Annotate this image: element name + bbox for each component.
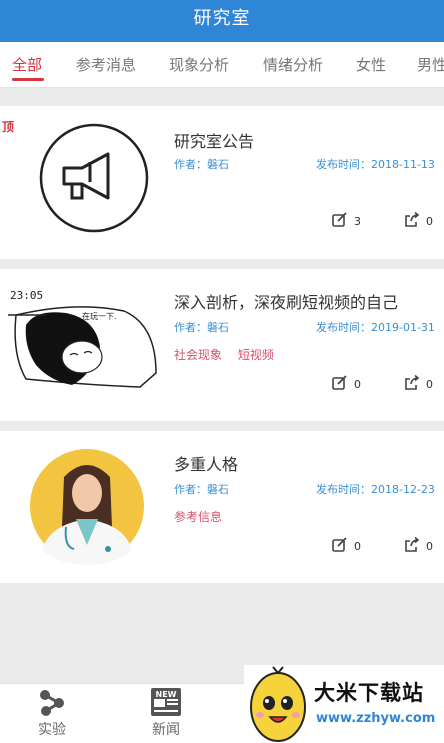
edit-count-value: 0: [354, 540, 361, 553]
article-title: 研究室公告: [174, 132, 255, 151]
article-date: 发布时间：2018-11-13: [316, 158, 435, 171]
article-title: 深入剖析，深夜刷短视频的自己: [174, 293, 399, 312]
tab-female[interactable]: 女性: [356, 54, 386, 75]
share-icon: [405, 537, 420, 552]
tag[interactable]: 社会现象: [174, 348, 222, 362]
edit-count-value: 3: [354, 215, 361, 228]
nav-news-label: 新闻: [152, 722, 180, 738]
watermark-logo: 大米下载站 www.zzhyw.com: [244, 665, 444, 743]
share-count-value: 0: [426, 215, 433, 228]
tab-male[interactable]: 男性: [417, 54, 444, 75]
share-count[interactable]: 0: [404, 212, 433, 228]
page-title: 研究室: [193, 8, 251, 29]
share-count-value: 0: [426, 378, 433, 391]
tab-all[interactable]: 全部: [12, 54, 42, 75]
share-count[interactable]: 0: [404, 537, 433, 553]
watermark-title: 大米下载站: [314, 681, 424, 705]
share-icon: [405, 212, 420, 227]
news-icon: NEW: [151, 688, 181, 716]
tab-phenomenon-analysis[interactable]: 现象分析: [169, 54, 229, 75]
megaphone-icon: [39, 123, 149, 233]
edit-count[interactable]: 0: [332, 375, 361, 391]
active-tab-indicator: [12, 78, 44, 81]
tag[interactable]: 短视频: [238, 348, 274, 362]
tag[interactable]: 参考信息: [174, 510, 222, 524]
nav-experiment-label: 实验: [38, 722, 66, 738]
edit-count-value: 0: [354, 378, 361, 391]
share-icon: [405, 375, 420, 390]
article-author: 作者：磐石: [174, 321, 229, 334]
article-date: 发布时间：2018-12-23: [316, 483, 435, 496]
article-author: 作者：磐石: [174, 483, 229, 496]
tab-emotion-analysis[interactable]: 情绪分析: [263, 54, 323, 75]
article-title: 多重人格: [174, 455, 239, 474]
tab-reference-news[interactable]: 参考消息: [76, 54, 136, 75]
share-count-value: 0: [426, 540, 433, 553]
edit-icon: [332, 375, 347, 390]
news-icon-text: NEW: [156, 690, 177, 699]
clock-text: 23:05: [10, 289, 44, 302]
article-author: 作者：磐石: [174, 158, 229, 171]
article-tags: 参考信息: [174, 508, 234, 525]
article-card[interactable]: 23:05 在玩一下. 深入剖析，深夜刷短视频的自己 作者：磐石 发布时间：20…: [0, 269, 444, 421]
article-tags: 社会现象 短视频: [174, 346, 286, 363]
edit-icon: [332, 537, 347, 552]
nav-news[interactable]: NEW 新闻: [136, 684, 196, 743]
pinned-badge: 顶: [2, 120, 15, 134]
watermark-url: www.zzhyw.com: [316, 711, 436, 726]
experiment-icon: [40, 690, 64, 716]
egg-mascot-icon: [250, 666, 306, 742]
share-count[interactable]: 0: [404, 375, 433, 391]
article-card[interactable]: 研究室公告 作者：磐石 发布时间：2018-11-13 3 0: [0, 106, 444, 259]
title-bar: 研究室: [0, 0, 444, 42]
nav-experiment[interactable]: 实验: [22, 684, 82, 743]
edit-count[interactable]: 3: [332, 212, 361, 228]
article-date: 发布时间：2019-01-31: [316, 321, 435, 334]
edit-count[interactable]: 0: [332, 537, 361, 553]
article-card[interactable]: 多重人格 作者：磐石 发布时间：2018-12-23 参考信息 0 0: [0, 431, 444, 583]
doctor-illustration: [30, 449, 144, 565]
edit-icon: [332, 212, 347, 227]
category-tabs: 全部 参考消息 现象分析 情绪分析 女性 男性: [0, 42, 444, 88]
caption-text: 在玩一下.: [82, 312, 117, 321]
